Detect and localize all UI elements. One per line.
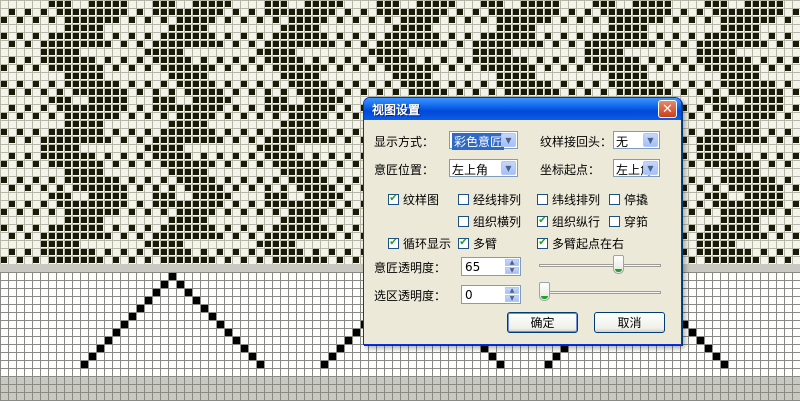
dialog-body: 显示方式： 彩色意匠 ▼ 纹样接回头： 无 ▼ 意匠位置： 左上角 ▼ 坐标起点… bbox=[364, 120, 681, 344]
chevron-down-icon[interactable]: ▼ bbox=[501, 161, 516, 175]
chevron-down-icon[interactable]: ▼ bbox=[643, 133, 658, 147]
checkbox-label: 多臂 bbox=[473, 236, 498, 251]
grid-opacity-label: 意匠透明度： bbox=[374, 261, 447, 275]
checkbox-box[interactable]: ✔ bbox=[388, 193, 399, 205]
dialog-titlebar[interactable]: 视图设置 ✕ bbox=[364, 98, 681, 120]
dobby-start-right-checkbox[interactable]: ✔ 多臂起点在右 bbox=[537, 236, 625, 251]
weave-course-checkbox[interactable]: 组织横列 bbox=[458, 214, 522, 229]
warp-arrangement-checkbox[interactable]: 经线排列 bbox=[458, 192, 522, 207]
grid-position-value: 左上角 bbox=[452, 163, 489, 177]
spin-down-icon[interactable]: ▼ bbox=[505, 295, 519, 302]
grid-opacity-spinner[interactable]: 65 ▲ ▼ bbox=[461, 257, 521, 276]
grid-position-select[interactable]: 左上角 ▼ bbox=[449, 159, 518, 177]
dialog-title: 视图设置 bbox=[372, 103, 421, 117]
checkbox-label: 停撬 bbox=[624, 192, 649, 207]
checkbox-box[interactable] bbox=[458, 193, 469, 205]
selection-opacity-slider-track[interactable] bbox=[539, 291, 661, 294]
display-mode-value: 彩色意匠 bbox=[452, 133, 505, 150]
ok-button[interactable]: 确定 bbox=[507, 312, 578, 333]
close-icon[interactable]: ✕ bbox=[658, 100, 677, 118]
grid-position-label: 意匠位置： bbox=[374, 163, 435, 177]
checkbox-box[interactable] bbox=[609, 193, 620, 205]
checkbox-label: 循环显示 bbox=[403, 236, 452, 251]
chevron-down-icon[interactable]: ▼ bbox=[643, 161, 658, 175]
grid-opacity-slider-thumb[interactable] bbox=[613, 255, 625, 274]
checkbox-box[interactable] bbox=[609, 215, 620, 227]
coordinate-origin-label: 坐标起点： bbox=[540, 163, 601, 177]
spin-up-icon[interactable]: ▲ bbox=[505, 287, 519, 294]
display-mode-select[interactable]: 彩色意匠 ▼ bbox=[449, 131, 518, 150]
dobby-checkbox[interactable]: ✔ 多臂 bbox=[458, 236, 498, 251]
checkbox-label: 组织横列 bbox=[473, 214, 522, 229]
checkbox-box[interactable]: ✔ bbox=[537, 215, 548, 227]
spin-up-icon[interactable]: ▲ bbox=[505, 259, 519, 266]
spin-down-icon[interactable]: ▼ bbox=[505, 267, 519, 274]
stop-shuttle-checkbox[interactable]: 停撬 bbox=[609, 192, 649, 207]
checkbox-label: 组织纵行 bbox=[552, 214, 601, 229]
checkbox-box[interactable]: ✔ bbox=[537, 237, 548, 249]
chevron-down-icon[interactable]: ▼ bbox=[501, 133, 516, 147]
view-settings-dialog: 视图设置 ✕ 显示方式： 彩色意匠 ▼ 纹样接回头： 无 ▼ 意匠位置： 左上角… bbox=[363, 97, 682, 345]
checkbox-label: 多臂起点在右 bbox=[552, 236, 625, 251]
checkbox-box[interactable]: ✔ bbox=[388, 237, 399, 249]
selection-opacity-spinner[interactable]: 0 ▲ ▼ bbox=[461, 285, 521, 304]
checkbox-label: 穿筘 bbox=[624, 214, 649, 229]
weft-arrangement-checkbox[interactable]: 纬线排列 bbox=[537, 192, 601, 207]
grid-opacity-value: 65 bbox=[465, 260, 481, 274]
cancel-button[interactable]: 取消 bbox=[594, 312, 665, 333]
checkbox-label: 经线排列 bbox=[473, 192, 522, 207]
reed-threading-checkbox[interactable]: 穿筘 bbox=[609, 214, 649, 229]
pattern-checkbox[interactable]: ✔ 纹样图 bbox=[388, 192, 440, 207]
checkbox-label: 纹样图 bbox=[403, 192, 440, 207]
selection-opacity-label: 选区透明度： bbox=[374, 289, 447, 303]
weave-wale-checkbox[interactable]: ✔ 组织纵行 bbox=[537, 214, 601, 229]
repeat-join-value: 无 bbox=[616, 135, 629, 149]
checkbox-box[interactable] bbox=[537, 193, 548, 205]
repeat-join-label: 纹样接回头： bbox=[540, 135, 613, 149]
display-mode-label: 显示方式： bbox=[374, 135, 435, 149]
checkbox-box[interactable] bbox=[458, 215, 469, 227]
repeat-join-select[interactable]: 无 ▼ bbox=[613, 131, 660, 149]
selection-opacity-value: 0 bbox=[465, 288, 473, 302]
coordinate-origin-select[interactable]: 左上角 ▼ bbox=[613, 159, 660, 177]
checkbox-label: 纬线排列 bbox=[552, 192, 601, 207]
loop-display-checkbox[interactable]: ✔ 循环显示 bbox=[388, 236, 452, 251]
checkbox-box[interactable]: ✔ bbox=[458, 237, 469, 249]
selection-opacity-slider-thumb[interactable] bbox=[539, 282, 550, 301]
grid-opacity-slider-track[interactable] bbox=[539, 264, 661, 267]
